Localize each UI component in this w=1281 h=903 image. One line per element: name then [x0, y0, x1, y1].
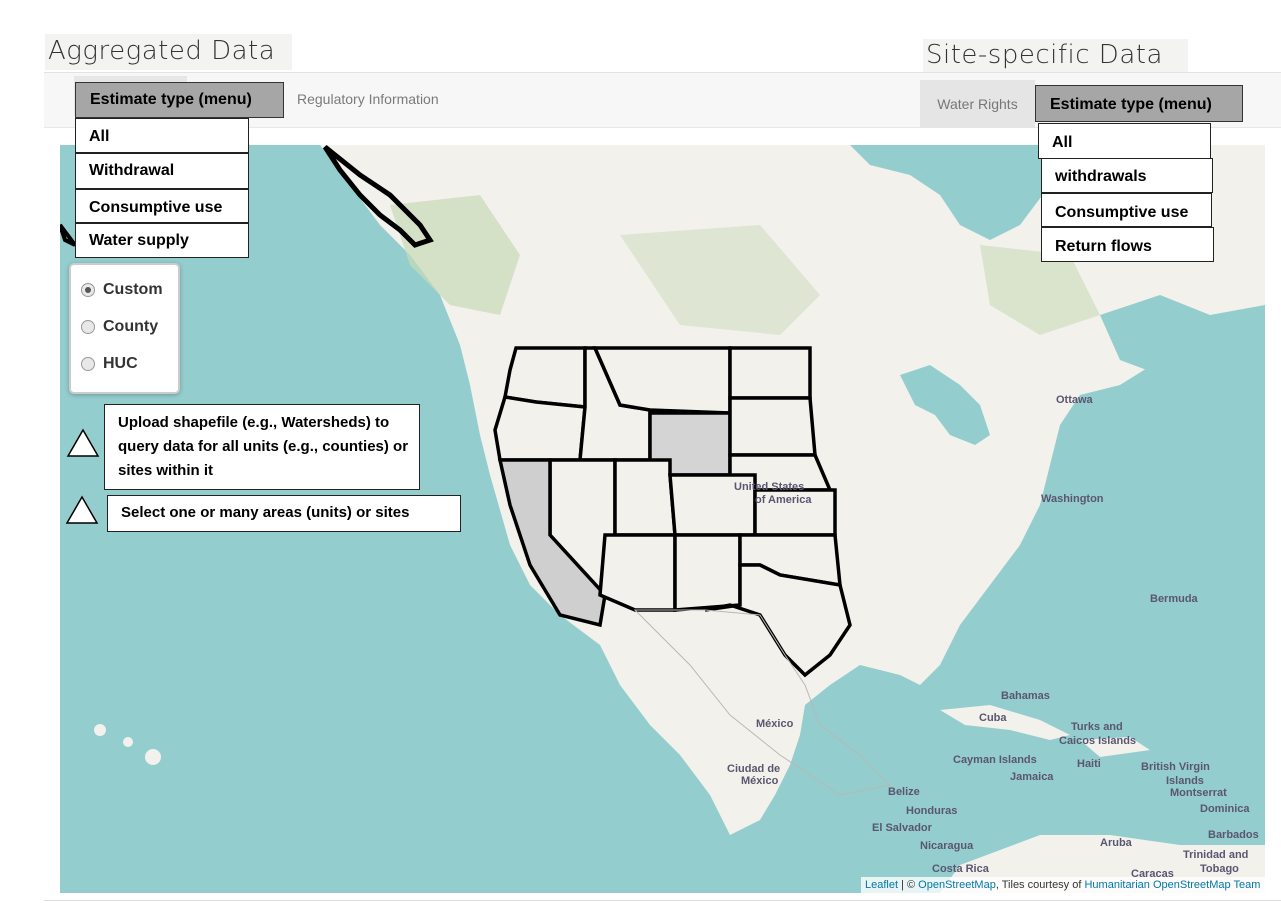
site-menu-item-return-flows[interactable]: Return flows: [1041, 227, 1214, 262]
map-label-mexico: México: [756, 718, 794, 730]
attribution-sep: | ©: [898, 879, 919, 891]
map-label-dominica: Dominica: [1200, 803, 1250, 815]
site-estimate-type-menu[interactable]: Estimate type (menu): [1035, 85, 1243, 122]
south-dakota-state: [728, 396, 817, 457]
map-label-aruba: Aruba: [1100, 837, 1132, 849]
radio-custom[interactable]: Custom: [81, 281, 163, 299]
upload-shapefile-triangle-icon[interactable]: [66, 428, 100, 458]
bottom-divider: [44, 900, 1281, 901]
map-label-ottawa: Ottawa: [1056, 394, 1093, 406]
aggregated-menu-item-consumptive-use[interactable]: Consumptive use: [75, 189, 249, 223]
hot-link[interactable]: Humanitarian OpenStreetMap Team: [1084, 879, 1260, 891]
site-menu-item-withdrawals[interactable]: withdrawals: [1041, 158, 1213, 193]
radio-label-custom: Custom: [103, 281, 163, 298]
radio-unchecked-icon[interactable]: [81, 357, 95, 371]
map-label-washington: Washington: [1041, 493, 1104, 505]
utah-state: [613, 458, 677, 537]
map-label-haiti: Haiti: [1077, 758, 1101, 770]
map-label-usa-1: United States: [734, 481, 805, 493]
map-label-bvi-2: Islands: [1166, 775, 1204, 787]
map-label-trinidad-2: Tobago: [1200, 863, 1239, 875]
site-menu-item-consumptive-use[interactable]: Consumptive use: [1041, 193, 1212, 227]
map-label-barbados: Barbados: [1208, 829, 1259, 841]
map-label-jamaica: Jamaica: [1010, 771, 1054, 783]
area-mode-panel: Custom County HUC: [69, 263, 180, 394]
map-label-bvi-1: British Virgin: [1141, 761, 1210, 773]
openstreetmap-link[interactable]: OpenStreetMap: [918, 879, 996, 891]
leaflet-link[interactable]: Leaflet: [865, 879, 898, 891]
map-label-turks-2: Caicos Islands: [1059, 735, 1137, 747]
west-edge-border: [60, 223, 77, 247]
map-label-belize: Belize: [888, 786, 920, 798]
aggregated-menu-item-water-supply[interactable]: Water supply: [75, 223, 249, 258]
select-areas-triangle-icon[interactable]: [65, 495, 99, 525]
radio-unchecked-icon[interactable]: [81, 320, 95, 334]
radio-label-county: County: [103, 318, 159, 335]
map-label-cdmx-2: México: [741, 775, 779, 787]
aggregated-menu-item-all[interactable]: All: [75, 118, 249, 153]
arizona-state: [598, 533, 677, 612]
map-label-cayman: Cayman Islands: [953, 754, 1037, 766]
upload-shapefile-note: Upload shapefile (e.g., Watersheds) to q…: [104, 404, 420, 490]
radio-checked-icon[interactable]: [81, 283, 95, 297]
tab-water-rights[interactable]: Water Rights: [920, 80, 1035, 128]
radio-huc[interactable]: HUC: [81, 355, 138, 373]
map-label-cuba: Cuba: [979, 712, 1007, 724]
map-attribution: Leaflet | © OpenStreetMap, Tiles courtes…: [861, 877, 1265, 893]
map-label-trinidad-1: Trinidad and: [1183, 849, 1249, 861]
north-dakota-state: [728, 346, 812, 400]
map-label-usa-2: of America: [755, 494, 812, 506]
tab-regulatory-information[interactable]: Regulatory Information: [297, 91, 439, 107]
oregon-state: [493, 395, 587, 462]
hawaii-island: [123, 737, 133, 747]
map-label-costa-rica: Costa Rica: [932, 863, 989, 875]
site-menu-item-all[interactable]: All: [1038, 123, 1211, 159]
aggregated-estimate-type-menu[interactable]: Estimate type (menu): [75, 82, 284, 118]
map-label-nicaragua: Nicaragua: [920, 840, 974, 852]
map-label-montserrat: Montserrat: [1170, 787, 1227, 799]
hawaii-island: [94, 724, 106, 736]
map-label-el-salvador: El Salvador: [872, 822, 932, 834]
map-label-turks-1: Turks and: [1071, 721, 1123, 733]
map-label-bermuda: Bermuda: [1150, 593, 1198, 605]
hawaii-island: [145, 749, 161, 765]
map-label-honduras: Honduras: [906, 805, 958, 817]
map-label-bahamas: Bahamas: [1001, 690, 1050, 702]
radio-label-huc: HUC: [103, 355, 138, 372]
new-mexico-state: [673, 533, 742, 612]
radio-county[interactable]: County: [81, 318, 158, 336]
aggregated-menu-item-withdrawal[interactable]: Withdrawal: [75, 153, 249, 189]
map-label-cdmx-1: Ciudad de: [727, 763, 781, 775]
attribution-tiles: , Tiles courtesy of: [995, 879, 1085, 891]
select-areas-note: Select one or many areas (units) or site…: [107, 495, 461, 532]
aggregated-data-title: Aggregated Data: [45, 34, 292, 70]
